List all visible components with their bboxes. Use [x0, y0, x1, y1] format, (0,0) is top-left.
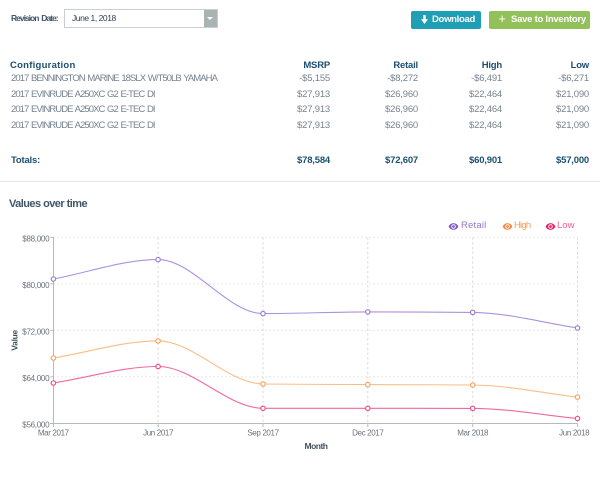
- svg-text:Sep 2017: Sep 2017: [247, 429, 279, 438]
- svg-text:$72,000: $72,000: [22, 327, 50, 336]
- svg-text:Mar 2017: Mar 2017: [38, 429, 70, 438]
- svg-text:$88,000: $88,000: [22, 234, 50, 243]
- svg-text:Dec 2017: Dec 2017: [352, 429, 384, 438]
- svg-text:Jun 2017: Jun 2017: [143, 429, 174, 438]
- svg-text:Value: Value: [9, 329, 19, 350]
- svg-text:$64,000: $64,000: [22, 374, 50, 383]
- svg-text:Jun 2018: Jun 2018: [559, 429, 590, 438]
- svg-text:$80,000: $80,000: [22, 281, 50, 290]
- svg-text:Mar 2018: Mar 2018: [457, 429, 489, 438]
- svg-text:Month: Month: [305, 441, 328, 451]
